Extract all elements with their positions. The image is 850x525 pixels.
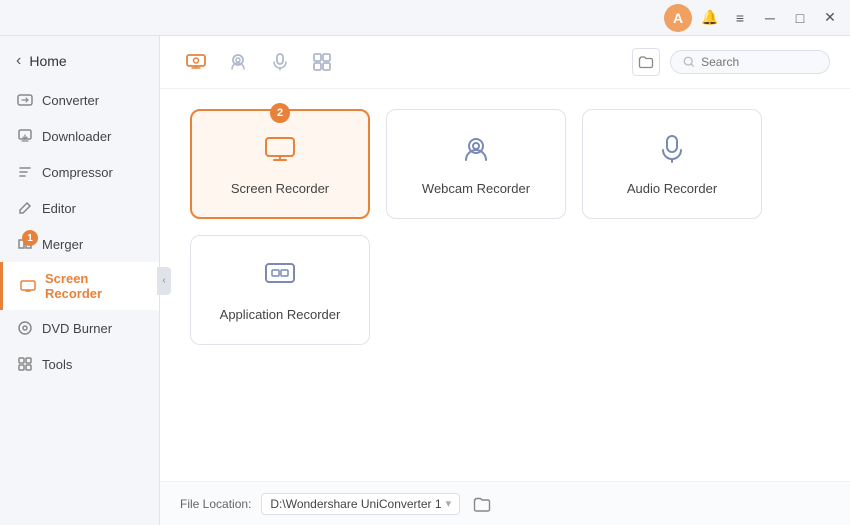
sidebar-item-editor[interactable]: Editor [0, 190, 159, 226]
audio-recorder-card[interactable]: Audio Recorder [582, 109, 762, 219]
user-avatar: A [664, 4, 692, 32]
home-label: Home [29, 53, 66, 69]
screen-recorder-card-badge: 2 [270, 103, 290, 123]
top-toolbar [160, 36, 850, 89]
tools-icon [16, 355, 34, 373]
screen-recorder-icon [19, 277, 37, 295]
sidebar-item-converter[interactable]: Converter [0, 82, 159, 118]
search-box [670, 50, 830, 74]
webcam-recorder-card[interactable]: Webcam Recorder [386, 109, 566, 219]
webcam-recorder-card-icon [459, 132, 493, 173]
toolbar-webcam-icon[interactable] [222, 46, 254, 78]
notification-button[interactable]: 🔔 [698, 6, 722, 30]
minimize-button[interactable]: ─ [758, 6, 782, 30]
compressor-icon [16, 163, 34, 181]
file-location-value: D:\Wondershare UniConverter 1 [270, 497, 441, 511]
file-location-select[interactable]: D:\Wondershare UniConverter 1 ▾ [261, 493, 460, 515]
downloader-label: Downloader [42, 129, 111, 144]
sidebar-item-downloader[interactable]: Downloader [0, 118, 159, 154]
converter-label: Converter [42, 93, 99, 108]
audio-recorder-card-label: Audio Recorder [627, 181, 717, 196]
bottom-bar: File Location: D:\Wondershare UniConvert… [160, 481, 850, 525]
recorder-grid: 2 Screen Recorder Webcam Recorder Audio … [160, 89, 850, 481]
sidebar-item-screen-recorder[interactable]: Screen Recorder [0, 262, 159, 310]
screen-recorder-label: Screen Recorder [45, 271, 143, 301]
editor-label: Editor [42, 201, 76, 216]
merger-badge: 1 [22, 230, 38, 246]
tools-label: Tools [42, 357, 72, 372]
sidebar-item-tools[interactable]: Tools [0, 346, 159, 382]
editor-icon [16, 199, 34, 217]
webcam-recorder-card-label: Webcam Recorder [422, 181, 530, 196]
file-location-label: File Location: [180, 497, 251, 511]
dvd-burner-label: DVD Burner [42, 321, 112, 336]
sidebar-item-compressor[interactable]: Compressor [0, 154, 159, 190]
sidebar: ‹ Home Converter Downloader Compressor [0, 36, 160, 525]
screen-recorder-card-label: Screen Recorder [231, 181, 329, 196]
search-icon [683, 55, 695, 69]
content-area: 2 Screen Recorder Webcam Recorder Audio … [160, 36, 850, 525]
application-recorder-card[interactable]: Application Recorder [190, 235, 370, 345]
application-recorder-card-icon [263, 258, 297, 299]
dropdown-arrow-icon: ▾ [446, 497, 452, 510]
compressor-label: Compressor [42, 165, 113, 180]
application-recorder-card-label: Application Recorder [220, 307, 341, 322]
toolbar-screen-icon[interactable] [180, 46, 212, 78]
toolbar-apps-icon[interactable] [306, 46, 338, 78]
screen-recorder-card-icon [263, 132, 297, 173]
search-input[interactable] [701, 55, 817, 69]
screen-recorder-card[interactable]: 2 Screen Recorder [190, 109, 370, 219]
menu-button[interactable]: ≡ [728, 6, 752, 30]
file-location-folder-button[interactable] [470, 492, 494, 516]
back-arrow-icon: ‹ [16, 52, 21, 70]
dvd-burner-icon [16, 319, 34, 337]
maximize-button[interactable]: □ [788, 6, 812, 30]
toolbar-folder-button[interactable] [632, 48, 660, 76]
close-button[interactable]: ✕ [818, 6, 842, 30]
audio-recorder-card-icon [655, 132, 689, 173]
converter-icon [16, 91, 34, 109]
title-bar: A 🔔 ≡ ─ □ ✕ [0, 0, 850, 36]
sidebar-home[interactable]: ‹ Home [0, 44, 159, 78]
main-layout: ‹ Home Converter Downloader Compressor [0, 36, 850, 525]
sidebar-item-dvd-burner[interactable]: DVD Burner [0, 310, 159, 346]
downloader-icon [16, 127, 34, 145]
merger-label: Merger [42, 237, 83, 252]
sidebar-item-merger[interactable]: Merger 1 [0, 226, 159, 262]
toolbar-microphone-icon[interactable] [264, 46, 296, 78]
sidebar-collapse-button[interactable]: ‹ [157, 267, 171, 295]
